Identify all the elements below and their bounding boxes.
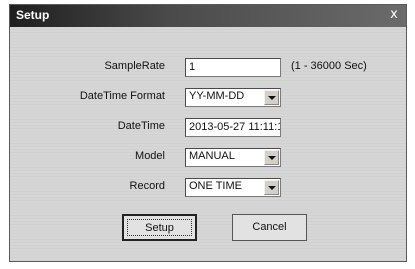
close-icon[interactable]: x: [386, 7, 402, 23]
model-value: MANUAL: [189, 150, 235, 162]
chevron-down-icon[interactable]: [264, 150, 279, 165]
datetime-format-value: YY-MM-DD: [189, 90, 245, 102]
sample-rate-range-hint: (1 - 36000 Sec): [291, 60, 367, 72]
record-value: ONE TIME: [189, 180, 242, 192]
chevron-down-icon[interactable]: [264, 180, 279, 195]
cancel-button-label: Cancel: [252, 221, 287, 233]
title-bar[interactable]: Setup x: [10, 5, 406, 27]
focus-rectangle: [127, 219, 192, 236]
setup-button[interactable]: Setup: [122, 214, 197, 241]
datetime-input[interactable]: 2013-05-27 11:11:1: [185, 118, 281, 137]
dialog-body: SampleRate 1 (1 - 36000 Sec) DateTime Fo…: [10, 27, 406, 261]
record-label: Record: [129, 180, 165, 192]
chevron-down-icon[interactable]: [264, 90, 279, 105]
datetime-label: DateTime: [117, 120, 165, 132]
model-label: Model: [135, 150, 165, 162]
sample-rate-value: 1: [189, 61, 196, 73]
record-select[interactable]: ONE TIME: [185, 178, 281, 197]
setup-dialog: Setup x SampleRate 1 (1 - 36000 Sec) Dat…: [9, 4, 407, 262]
window-title: Setup: [16, 8, 50, 22]
sample-rate-input[interactable]: 1: [185, 58, 281, 77]
datetime-format-select[interactable]: YY-MM-DD: [185, 88, 281, 107]
sample-rate-label: SampleRate: [104, 60, 165, 72]
model-select[interactable]: MANUAL: [185, 148, 281, 167]
datetime-format-label: DateTime Format: [79, 90, 165, 102]
datetime-value: 2013-05-27 11:11:1: [189, 121, 281, 133]
cancel-button[interactable]: Cancel: [232, 214, 307, 241]
